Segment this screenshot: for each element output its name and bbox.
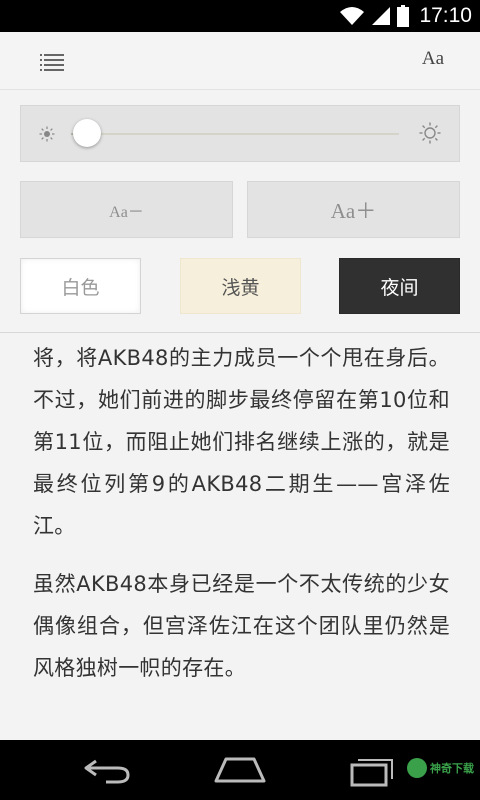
list-icon[interactable] [40, 52, 64, 72]
reading-content: 将，将AKB48的主力成员一个个甩在身后。不过，她们前进的脚步最终停留在第10位… [0, 334, 480, 740]
home-icon[interactable] [214, 757, 266, 783]
recent-apps-icon[interactable] [350, 755, 394, 787]
theme-light-yellow-button[interactable]: 浅黄 [180, 258, 301, 314]
font-size-decrease-button[interactable]: Aa－ [20, 181, 233, 238]
wifi-icon [340, 7, 365, 25]
content-paragraph: 将，将AKB48的主力成员一个个甩在身后。不过，她们前进的脚步最终停留在第10位… [33, 346, 450, 538]
status-time: 17:10 [419, 4, 472, 27]
status-icons: 17:10 [339, 0, 472, 32]
signal-icon [372, 7, 391, 25]
watermark: 神奇下载 [407, 758, 474, 778]
brightness-slider[interactable] [71, 133, 399, 135]
font-settings-button[interactable]: Aa [422, 48, 444, 70]
battery-icon [397, 5, 410, 27]
sun-large-icon [419, 122, 441, 144]
watermark-logo-icon [407, 758, 427, 778]
system-navigation-bar: 神奇下载 [0, 740, 480, 800]
back-icon[interactable] [82, 757, 132, 785]
watermark-text: 神奇下载 [430, 762, 474, 775]
theme-white-button[interactable]: 白色 [20, 258, 141, 314]
theme-night-button[interactable]: 夜间 [339, 258, 460, 314]
font-size-increase-button[interactable]: Aa＋ [247, 181, 460, 238]
status-bar: 17:10 [0, 0, 480, 32]
content-paragraph: 虽然AKB48本身已经是一个不太传统的少女偶像组合，但宫泽佐江在这个团队里仍然是… [33, 572, 450, 680]
brightness-control [20, 105, 460, 162]
brightness-slider-thumb[interactable] [73, 119, 102, 147]
sun-small-icon [39, 126, 55, 142]
reader-toolbar: Aa [0, 32, 480, 90]
